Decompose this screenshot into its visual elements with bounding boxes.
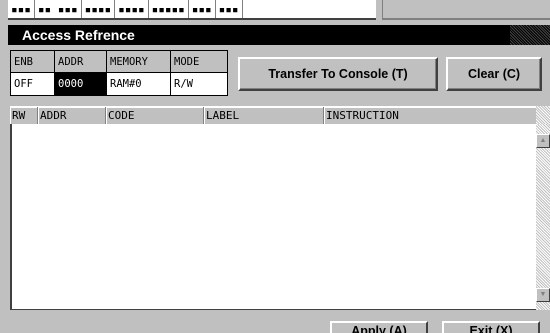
top-cell: ▪▪▪ <box>189 0 216 18</box>
group-title: Access Refrence <box>22 27 135 43</box>
addr-cell[interactable]: 0000 <box>55 73 107 95</box>
exit-button[interactable]: Exit (X) <box>442 321 540 333</box>
exit-button-label: Exit (X) <box>469 324 513 333</box>
top-right-frame <box>382 0 550 20</box>
header-scroll-corner <box>536 106 550 124</box>
top-cell: ▪▪▪▪ <box>115 0 149 18</box>
arrow-down-icon[interactable]: ▼ <box>536 288 550 302</box>
access-reference-table: ENB ADDR MEMORY MODE OFF 0000 RAM#0 R/W <box>10 50 228 96</box>
column-header-addr[interactable]: ADDR <box>38 107 106 125</box>
header-enb: ENB <box>11 51 55 72</box>
header-memory: MEMORY <box>107 51 171 72</box>
column-header-code[interactable]: CODE <box>106 107 204 125</box>
transfer-button-label: Transfer To Console (T) <box>268 67 408 81</box>
cut-off-table-row: ▪▪▪ ▪▪ ▪▪▪ ▪▪▪▪ ▪▪▪▪ ▪▪▪▪▪ ▪▪▪ ▪▪▪ <box>8 0 376 20</box>
top-cell: ▪▪▪ <box>216 0 243 18</box>
access-table-header: ENB ADDR MEMORY MODE <box>11 51 227 73</box>
transfer-to-console-button[interactable]: Transfer To Console (T) <box>238 57 438 91</box>
top-cell: ▪▪▪▪▪ <box>149 0 189 18</box>
enb-cell[interactable]: OFF <box>11 73 55 95</box>
listing-header: RW ADDR CODE LABEL INSTRUCTION <box>10 106 550 125</box>
column-header-label[interactable]: LABEL <box>204 107 324 125</box>
arrow-up-icon[interactable]: ▲ <box>536 134 550 148</box>
header-addr: ADDR <box>55 51 107 72</box>
clear-button[interactable]: Clear (C) <box>446 57 542 91</box>
instruction-list[interactable] <box>10 124 536 310</box>
top-cell: ▪▪▪ <box>8 0 35 18</box>
access-table-row: OFF 0000 RAM#0 R/W <box>11 73 227 95</box>
top-cell: ▪▪ ▪▪▪ <box>35 0 82 18</box>
header-mode: MODE <box>174 56 200 68</box>
top-cell: ▪▪▪▪ <box>82 0 116 18</box>
mode-cell[interactable]: R/W <box>171 73 227 95</box>
group-title-bar: Access Refrence <box>8 25 550 45</box>
clear-button-label: Clear (C) <box>467 67 521 81</box>
apply-button-label: Apply (A) <box>351 324 407 333</box>
memory-cell[interactable]: RAM#0 <box>107 73 171 95</box>
column-header-rw[interactable]: RW <box>10 107 38 125</box>
title-bar-pattern <box>510 25 550 45</box>
column-header-instruction[interactable]: INSTRUCTION <box>324 107 550 125</box>
vertical-scrollbar[interactable]: ▲ ▼ <box>536 124 550 310</box>
apply-button[interactable]: Apply (A) <box>330 321 428 333</box>
